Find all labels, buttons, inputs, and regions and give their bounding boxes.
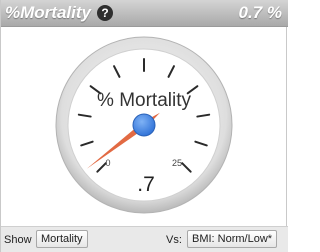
gauge-min-label: 0 xyxy=(105,158,110,168)
gauge-max-label: 25 xyxy=(172,158,182,168)
footer-toolbar: Show Mortality Vs: BMI: Norm/Low* xyxy=(1,226,288,252)
gauge-area: % Mortality 0 25 .7 xyxy=(1,27,288,227)
show-label: Show xyxy=(4,234,32,246)
help-icon[interactable]: ? xyxy=(97,5,113,21)
panel-header: %Mortality ? 0.7 % xyxy=(1,0,288,27)
gauge-hub xyxy=(132,113,156,137)
mortality-panel: %Mortality ? 0.7 % % Mortality 0 25 .7 S… xyxy=(0,0,288,252)
vs-bmi-button[interactable]: BMI: Norm/Low* xyxy=(187,230,278,248)
gauge-label: % Mortality xyxy=(97,90,191,111)
vs-label: Vs: xyxy=(166,234,182,246)
show-mortality-button[interactable]: Mortality xyxy=(36,230,88,248)
gauge-value: .7 xyxy=(137,173,155,196)
gauge: % Mortality 0 25 .7 xyxy=(55,36,233,214)
panel-title: %Mortality xyxy=(5,3,91,22)
header-value: 0.7 % xyxy=(238,3,282,22)
